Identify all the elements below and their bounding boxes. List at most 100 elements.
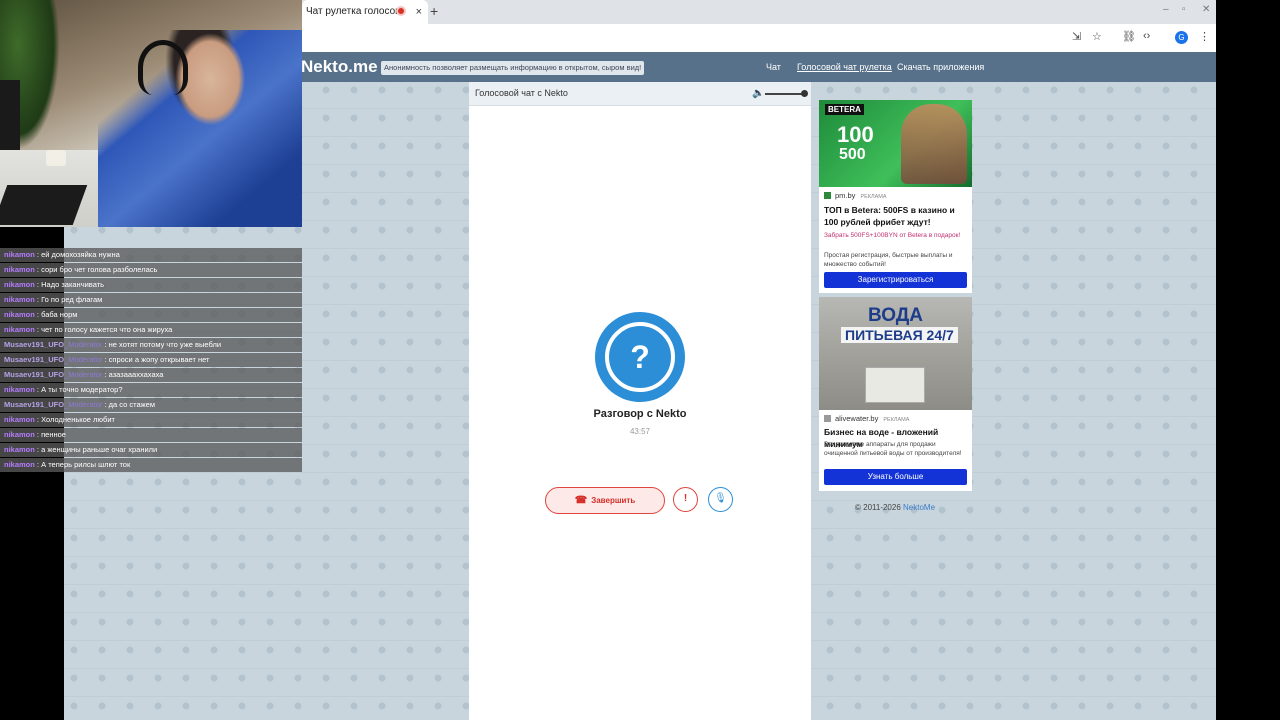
ad-image[interactable]: BETERA 100 500 bbox=[819, 100, 972, 187]
ad-source-domain: alivewater.by bbox=[835, 414, 879, 423]
tab-title: Чат рулетка голосов bbox=[306, 6, 401, 17]
volume-slider[interactable] bbox=[765, 93, 805, 95]
volume-slider-handle[interactable] bbox=[801, 90, 808, 97]
chat-text: А ты точно модератор? bbox=[41, 385, 123, 394]
menu-dots-icon[interactable]: ⋮ bbox=[1199, 30, 1210, 43]
chat-text: не хотят потому что уже выебли bbox=[108, 340, 222, 349]
ad-source-domain: pm.by bbox=[835, 191, 856, 200]
learn-more-button[interactable]: Узнать больше bbox=[824, 469, 967, 485]
ad-image-text: 100 bbox=[837, 122, 874, 147]
peer-avatar: ? bbox=[595, 312, 685, 402]
nav-download-apps[interactable]: Скачать приложения bbox=[897, 62, 984, 72]
end-call-button[interactable]: ☎ Завершить bbox=[545, 487, 665, 514]
ad-betera[interactable]: BETERA 100 500 pm.by РЕКЛАМА ТОП в Betera… bbox=[819, 100, 972, 293]
ad-alivewater[interactable]: ВОДА ПИТЬЕВАЯ 24/7 alivewater.by РЕКЛАМА … bbox=[819, 297, 972, 491]
site-favicon-icon bbox=[824, 415, 831, 422]
browser-tab[interactable]: Чат рулетка голосов × bbox=[302, 0, 428, 24]
profile-avatar[interactable]: G bbox=[1175, 31, 1188, 44]
call-timer: 43:57 bbox=[629, 427, 651, 436]
ad-source[interactable]: alivewater.by РЕКЛАМА bbox=[824, 414, 909, 423]
chat-message: nikamon : Холодненькое любит bbox=[0, 413, 302, 427]
chat-role: _Moderator bbox=[64, 400, 103, 409]
chat-text: Холодненькое любит bbox=[41, 415, 115, 424]
chat-text: сори бро чет голова разболелась bbox=[41, 265, 158, 274]
webcam-mug bbox=[46, 150, 66, 166]
chat-message: nikamon : пенное bbox=[0, 428, 302, 442]
report-button[interactable]: ! bbox=[673, 487, 698, 512]
maximize-icon[interactable]: ▫ bbox=[1182, 4, 1186, 15]
webcam-keyboard bbox=[0, 185, 88, 225]
chat-text: спроси а жопу открывает нет bbox=[108, 355, 210, 364]
chat-username: nikamon bbox=[4, 445, 35, 454]
new-tab-button[interactable]: + bbox=[430, 3, 438, 19]
chat-role: _Moderator bbox=[64, 355, 103, 364]
vending-machine-image bbox=[865, 367, 925, 403]
chat-username: nikamon bbox=[4, 280, 35, 289]
ad-image-text: ПИТЬЕВАЯ 24/7 bbox=[841, 327, 958, 343]
chat-username: Musaev191_UFO bbox=[4, 370, 65, 379]
nav-voice-chat[interactable]: Голосовой чат рулетка bbox=[797, 62, 892, 72]
chat-text: Надо заканчивать bbox=[41, 280, 105, 289]
chat-message: nikamon : ей домохозяйка нужна bbox=[0, 248, 302, 262]
link-icon[interactable]: ⛓ bbox=[1122, 30, 1136, 43]
chat-text: Го по ред флагам bbox=[41, 295, 103, 304]
panel-header: Голосовой чат с Nekto 🔈 bbox=[469, 82, 811, 106]
voice-chat-panel: Голосовой чат с Nekto 🔈 ? Разговор с Nek… bbox=[469, 82, 811, 720]
close-window-icon[interactable]: ✕ bbox=[1202, 4, 1210, 15]
stream-chat-overlay: nikamon : ей домохозяйка нужна nikamon : … bbox=[0, 248, 302, 473]
ad-label: РЕКЛАМА bbox=[883, 417, 910, 423]
chat-username: nikamon bbox=[4, 460, 35, 469]
chat-text: да со стажем bbox=[108, 400, 155, 409]
chat-message: nikamon : Надо заканчивать bbox=[0, 278, 302, 292]
question-mark-icon: ? bbox=[605, 322, 675, 392]
ad-promo[interactable]: Забрать 500FS+100BYN от Betera в подарок… bbox=[824, 232, 964, 241]
end-call-label: Завершить bbox=[591, 496, 636, 505]
nav-chat[interactable]: Чат bbox=[766, 62, 781, 72]
register-button[interactable]: Зарегистрироваться bbox=[824, 272, 967, 288]
chat-role: _Moderator bbox=[64, 340, 103, 349]
code-icon[interactable]: ‹› bbox=[1143, 30, 1150, 42]
microphone-button[interactable]: 🎙 bbox=[708, 487, 733, 512]
hang-up-icon: ☎ bbox=[574, 495, 588, 506]
chat-username: nikamon bbox=[4, 295, 35, 304]
ad-description: Вендинговые аппараты для продажи очищенн… bbox=[824, 441, 962, 457]
panel-title: Голосовой чат с Nekto bbox=[475, 88, 568, 98]
ad-description: Простая регистрация, быстрые выплаты и м… bbox=[824, 252, 953, 268]
install-app-icon[interactable]: ⇲ bbox=[1072, 30, 1081, 43]
bookmark-star-icon[interactable]: ☆ bbox=[1092, 30, 1102, 43]
chat-username: nikamon bbox=[4, 430, 35, 439]
footer-copyright: © 2011-2026 bbox=[855, 503, 901, 512]
chat-text: чет по голосу кажется что она жируха bbox=[41, 325, 173, 334]
minimize-icon[interactable]: – bbox=[1163, 4, 1169, 15]
chat-message: Musaev191_UFO_Moderator : азазаааххахаха bbox=[0, 368, 302, 382]
chat-username: nikamon bbox=[4, 415, 35, 424]
footer-link[interactable]: NektoMe bbox=[903, 503, 935, 512]
chat-message: nikamon : баба норм bbox=[0, 308, 302, 322]
chat-message: Musaev191_UFO_Moderator : не хотят потом… bbox=[0, 338, 302, 352]
chat-username: Musaev191_UFO bbox=[4, 400, 65, 409]
chat-username: Musaev191_UFO bbox=[4, 355, 65, 364]
ad-title[interactable]: ТОП в Betera: 500FS в казино и 100 рубле… bbox=[824, 204, 970, 228]
chat-message: nikamon : А ты точно модератор? bbox=[0, 383, 302, 397]
chat-text: ей домохозяйка нужна bbox=[41, 250, 120, 259]
chat-message: nikamon : чет по голосу кажется что она … bbox=[0, 323, 302, 337]
volume-icon[interactable]: 🔈 bbox=[752, 82, 764, 105]
chat-message: nikamon : А теперь рилсы шлют ток bbox=[0, 458, 302, 472]
tab-close-icon[interactable]: × bbox=[416, 0, 422, 24]
site-footer: © 2011-2026 NektoMe bbox=[855, 503, 935, 512]
chat-message: Musaev191_UFO_Moderator : да со стажем bbox=[0, 398, 302, 412]
ad-source[interactable]: pm.by РЕКЛАМА bbox=[824, 191, 887, 200]
ad-image-text: ВОДА bbox=[867, 305, 924, 326]
webcam-monitor bbox=[0, 80, 20, 150]
ad-image-text: 500 bbox=[839, 146, 866, 163]
streamer bbox=[98, 30, 302, 227]
site-logo[interactable]: Nekto.me bbox=[301, 57, 378, 77]
chat-username: nikamon bbox=[4, 265, 35, 274]
ad-image[interactable]: ВОДА ПИТЬЕВАЯ 24/7 bbox=[819, 297, 972, 410]
recording-icon bbox=[398, 8, 404, 14]
ad-label: РЕКЛАМА bbox=[860, 194, 887, 200]
chat-text: пенное bbox=[41, 430, 66, 439]
headset-icon bbox=[138, 40, 188, 95]
chat-username: nikamon bbox=[4, 250, 35, 259]
chat-username: Musaev191_UFO bbox=[4, 340, 65, 349]
